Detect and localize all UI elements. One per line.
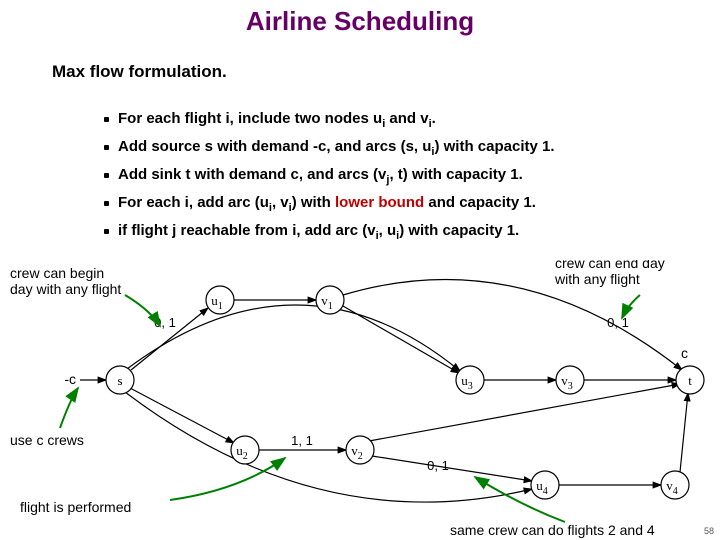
anno-curve-crew-end	[622, 295, 640, 318]
demand-minus-c: -c	[64, 371, 76, 387]
anno-same-crew: same crew can do flights 2 and 4	[450, 522, 655, 538]
edge-label-v2-u4: 0, 1	[427, 458, 449, 473]
edge-label-u2-v2: 1, 1	[291, 433, 313, 448]
bullet-3: Add sink t with demand c, and arcs (vj, …	[118, 166, 718, 186]
page-number: 58	[704, 526, 714, 536]
node-s: s	[117, 373, 122, 388]
bullet-1: For each flight i, include two nodes ui …	[118, 110, 718, 130]
page-title: Airline Scheduling	[0, 0, 720, 37]
anno-use-crews: use c crews	[10, 432, 84, 448]
demand-c: c	[681, 345, 688, 361]
bullet-4: For each i, add arc (ui, vi) with lower …	[118, 194, 718, 214]
anno-crew-end: crew can end daywith any flight	[554, 260, 665, 287]
bullet-list: For each flight i, include two nodes ui …	[78, 102, 718, 250]
anno-curve-use-crews	[60, 388, 78, 428]
anno-crew-begin: crew can beginday with any flight	[10, 265, 121, 297]
bullet-5: if flight j reachable from i, add arc (v…	[118, 222, 718, 242]
flow-diagram: 0, 1 1, 1 0, 1 0, 1 -c c s u1 v1 u3 v3 t…	[0, 260, 720, 540]
bullet-2: Add source s with demand -c, and arcs (s…	[118, 138, 718, 158]
anno-flight-performed: flight is performed	[20, 499, 131, 515]
anno-curve-flight-performed	[170, 458, 285, 500]
subheading: Max flow formulation.	[52, 62, 227, 82]
node-t: t	[688, 373, 692, 388]
edge-label-v1-t: 0, 1	[607, 315, 629, 330]
